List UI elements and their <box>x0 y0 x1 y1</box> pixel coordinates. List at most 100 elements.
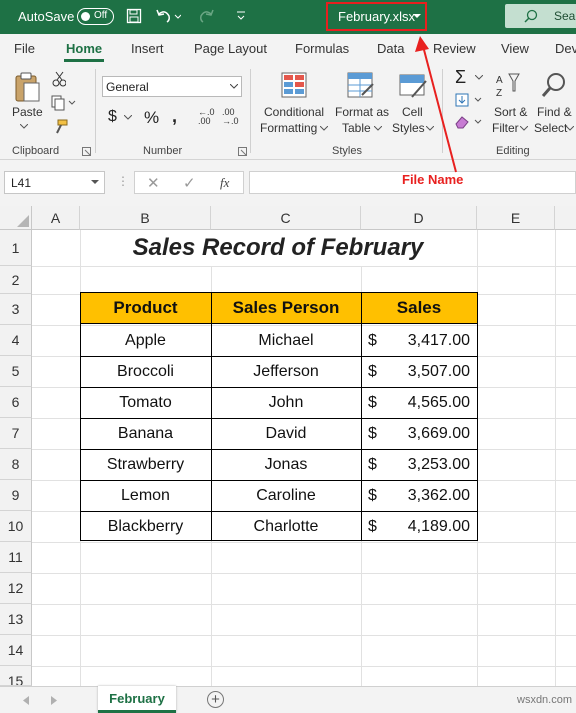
row-header-10[interactable]: 10 <box>0 511 32 542</box>
format-as-table-icon[interactable] <box>346 71 376 99</box>
tab-view[interactable]: View <box>501 41 529 56</box>
format-as-table-label-1[interactable]: Format as <box>335 105 389 120</box>
format-as-table-label-2[interactable]: Table <box>342 121 371 136</box>
select-all-corner[interactable] <box>0 206 32 230</box>
file-menu-chevron-icon[interactable] <box>413 14 421 20</box>
cell-product[interactable]: Broccoli <box>80 356 211 387</box>
cell-product[interactable]: Strawberry <box>80 449 211 480</box>
row-header-2[interactable]: 2 <box>0 266 32 294</box>
cell-sales[interactable]: 4,565.00 <box>385 387 470 418</box>
scroll-tabs-right-icon[interactable] <box>50 696 58 705</box>
row-header-6[interactable]: 6 <box>0 387 32 418</box>
row-header-4[interactable]: 4 <box>0 325 32 356</box>
row-header-3[interactable]: 3 <box>0 294 32 325</box>
header-sales[interactable]: Sales <box>361 292 477 323</box>
redo-icon[interactable] <box>195 8 221 24</box>
find-select-icon[interactable] <box>540 71 568 99</box>
cancel-icon[interactable]: ✕ <box>147 174 160 192</box>
insert-function-icon[interactable]: fx <box>220 175 229 191</box>
currency-format-icon[interactable]: $ <box>108 108 117 126</box>
cell-sales[interactable]: 3,362.00 <box>385 480 470 511</box>
worksheet-grid[interactable]: A B C D E 1 2 3 4 5 6 7 8 9 10 11 12 13 … <box>0 206 576 686</box>
row-header-9[interactable]: 9 <box>0 480 32 511</box>
find-select-chevron-icon[interactable] <box>566 126 574 132</box>
row-header-15[interactable]: 15 <box>0 666 32 686</box>
sort-filter-label-1[interactable]: Sort & <box>494 105 527 120</box>
cut-icon[interactable] <box>52 71 66 87</box>
format-painter-icon[interactable] <box>52 119 68 135</box>
percent-style-icon[interactable]: % <box>144 108 159 128</box>
tab-insert[interactable]: Insert <box>131 41 164 56</box>
cell-product[interactable]: Blackberry <box>80 511 211 542</box>
tab-page-layout[interactable]: Page Layout <box>194 41 267 56</box>
undo-icon[interactable] <box>155 8 181 24</box>
cell-sales[interactable]: 4,189.00 <box>385 511 470 542</box>
find-select-label-2[interactable]: Select <box>534 121 567 136</box>
conditional-formatting-label-2[interactable]: Formatting <box>260 121 317 136</box>
number-launcher-icon[interactable] <box>238 147 247 156</box>
sort-filter-label-2[interactable]: Filter <box>492 121 519 136</box>
tab-formulas[interactable]: Formulas <box>295 41 349 56</box>
clipboard-launcher-icon[interactable] <box>82 147 91 156</box>
row-header-5[interactable]: 5 <box>0 356 32 387</box>
paste-icon[interactable] <box>13 71 41 103</box>
cell-product[interactable]: Lemon <box>80 480 211 511</box>
column-header-c[interactable]: C <box>211 206 361 230</box>
cell-sales-person[interactable]: Michael <box>211 325 361 356</box>
autosum-chevron-icon[interactable] <box>475 75 483 81</box>
enter-icon[interactable]: ✓ <box>183 174 196 192</box>
header-sales-person[interactable]: Sales Person <box>211 292 361 323</box>
tab-data[interactable]: Data <box>377 41 404 56</box>
copy-icon[interactable] <box>51 95 77 111</box>
sort-filter-chevron-icon[interactable] <box>520 126 528 132</box>
row-header-1[interactable]: 1 <box>0 230 32 266</box>
row-header-11[interactable]: 11 <box>0 542 32 573</box>
row-header-14[interactable]: 14 <box>0 635 32 666</box>
file-name[interactable]: February.xlsx <box>338 9 415 24</box>
cell-sales-person[interactable]: John <box>211 387 361 418</box>
increase-decimal-icon[interactable]: ←.0.00 <box>198 108 215 126</box>
currency-chevron-icon[interactable] <box>124 115 132 121</box>
cell-sales-person[interactable]: David <box>211 418 361 449</box>
conditional-chevron-icon[interactable] <box>320 126 328 132</box>
row-header-13[interactable]: 13 <box>0 604 32 635</box>
tab-developer[interactable]: Dev <box>555 41 576 56</box>
row-header-7[interactable]: 7 <box>0 418 32 449</box>
sort-filter-icon[interactable]: AZ <box>496 71 526 99</box>
cell-sales[interactable]: 3,669.00 <box>385 418 470 449</box>
decrease-decimal-icon[interactable]: .00 →.0 <box>222 108 239 126</box>
cell-sales-person[interactable]: Jefferson <box>211 356 361 387</box>
sheet-title[interactable]: Sales Record of February <box>80 230 476 266</box>
paste-label[interactable]: Paste <box>12 105 43 120</box>
cell-sales[interactable]: 3,417.00 <box>385 325 470 356</box>
paste-chevron-icon[interactable] <box>20 124 28 130</box>
name-box[interactable]: L41 <box>4 171 105 194</box>
comma-style-icon[interactable]: , <box>172 106 177 127</box>
tab-home[interactable]: Home <box>66 41 102 56</box>
cell-sales-person[interactable]: Caroline <box>211 480 361 511</box>
header-product[interactable]: Product <box>80 292 211 323</box>
scroll-tabs-left-icon[interactable] <box>22 696 30 705</box>
cell-product[interactable]: Apple <box>80 325 211 356</box>
row-header-8[interactable]: 8 <box>0 449 32 480</box>
cell-sales-person[interactable]: Jonas <box>211 449 361 480</box>
column-header-d[interactable]: D <box>361 206 477 230</box>
cell-product[interactable]: Tomato <box>80 387 211 418</box>
column-header-f[interactable] <box>555 206 576 230</box>
number-format-dropdown[interactable]: General <box>102 76 242 97</box>
customize-qat-icon[interactable] <box>236 10 246 22</box>
conditional-formatting-icon[interactable] <box>280 71 310 99</box>
cell-product[interactable]: Banana <box>80 418 211 449</box>
sheet-tab-february[interactable]: February <box>98 686 176 713</box>
tab-file[interactable]: File <box>14 41 35 56</box>
format-table-chevron-icon[interactable] <box>374 126 382 132</box>
conditional-formatting-label-1[interactable]: Conditional <box>264 105 324 120</box>
autosave-toggle[interactable]: Off <box>77 8 114 25</box>
cell-sales-person[interactable]: Charlotte <box>211 511 361 542</box>
search-box[interactable]: Sear <box>505 4 576 28</box>
column-header-a[interactable]: A <box>32 206 80 230</box>
column-header-b[interactable]: B <box>80 206 211 230</box>
find-select-label-1[interactable]: Find & <box>537 105 572 120</box>
cell-sales[interactable]: 3,507.00 <box>385 356 470 387</box>
add-sheet-button[interactable]: + <box>207 691 224 708</box>
